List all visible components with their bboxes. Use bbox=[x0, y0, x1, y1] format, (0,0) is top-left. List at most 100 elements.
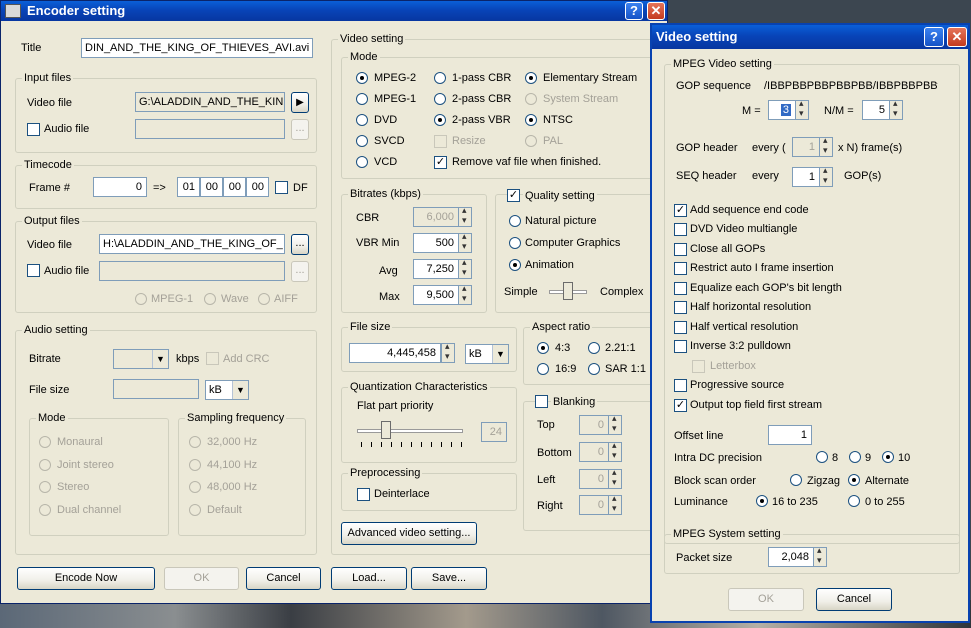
output-audio-checkbox[interactable] bbox=[27, 264, 40, 277]
help-button[interactable]: ? bbox=[625, 2, 643, 20]
output-audio-browse-button[interactable]: ... bbox=[291, 261, 309, 282]
opt-close-gops-checkbox[interactable] bbox=[674, 243, 687, 256]
cbr-input[interactable]: 6,000 bbox=[413, 207, 459, 227]
packet-size-input[interactable]: 2,048 bbox=[768, 547, 814, 567]
encode-now-button[interactable]: Encode Now bbox=[17, 567, 155, 590]
dialog-help-button[interactable]: ? bbox=[924, 27, 944, 47]
ntsc-radio[interactable] bbox=[525, 114, 537, 126]
opt-top-field-first-checkbox[interactable]: ✓ bbox=[674, 399, 687, 412]
opt-seq-end-checkbox[interactable]: ✓ bbox=[674, 204, 687, 217]
frame-input[interactable]: 0 bbox=[93, 177, 147, 197]
vbr-min-input[interactable]: 500 bbox=[413, 233, 459, 253]
pass-1cbr-radio[interactable] bbox=[434, 72, 446, 84]
quality-animation-radio[interactable] bbox=[509, 259, 521, 271]
mode-vcd-radio[interactable] bbox=[356, 156, 368, 168]
pass-2vbr-radio[interactable] bbox=[434, 114, 446, 126]
quality-checkbox[interactable]: ✓ bbox=[507, 189, 520, 202]
avg-spinner[interactable] bbox=[458, 257, 472, 279]
freq-32000-radio[interactable] bbox=[189, 436, 201, 448]
opt-multiangle-checkbox[interactable] bbox=[674, 223, 687, 236]
quality-slider-thumb[interactable] bbox=[563, 282, 573, 300]
advanced-video-setting-button[interactable]: Advanced video setting... bbox=[341, 522, 477, 545]
load-button[interactable]: Load... bbox=[331, 567, 407, 590]
format-aiff-radio[interactable] bbox=[258, 293, 270, 305]
mode-joint-stereo-radio[interactable] bbox=[39, 459, 51, 471]
m-spinner[interactable] bbox=[795, 98, 809, 120]
audio-unit-select[interactable]: kB ▼ bbox=[205, 380, 249, 400]
tc-hours[interactable]: 01 bbox=[177, 177, 200, 197]
file-size-input[interactable]: 4,445,458 bbox=[349, 343, 441, 363]
mode-mpeg1-radio[interactable] bbox=[356, 93, 368, 105]
input-audio-field[interactable] bbox=[135, 119, 285, 139]
stream-system-radio[interactable] bbox=[525, 93, 537, 105]
blank-bottom-spinner[interactable] bbox=[608, 440, 622, 462]
pass-2cbr-radio[interactable] bbox=[434, 93, 446, 105]
aspect-4-3-radio[interactable] bbox=[537, 342, 549, 354]
pal-radio[interactable] bbox=[525, 135, 537, 147]
format-mpeg1-radio[interactable] bbox=[135, 293, 147, 305]
packet-size-spinner[interactable] bbox=[813, 545, 827, 567]
audio-file-size-field[interactable] bbox=[113, 379, 199, 399]
offset-line-input[interactable]: 1 bbox=[768, 425, 812, 445]
gop-every-spinner[interactable] bbox=[819, 135, 833, 157]
tc-minutes[interactable]: 00 bbox=[200, 177, 223, 197]
scan-alternate-radio[interactable] bbox=[848, 474, 860, 486]
close-icon[interactable]: ✕ bbox=[647, 2, 665, 20]
cancel-button[interactable]: Cancel bbox=[246, 567, 321, 590]
save-button[interactable]: Save... bbox=[411, 567, 487, 590]
title-input[interactable]: DIN_AND_THE_KING_OF_THIEVES_AVI.avi bbox=[81, 38, 313, 58]
max-spinner[interactable] bbox=[458, 283, 472, 305]
df-checkbox[interactable] bbox=[275, 181, 288, 194]
file-size-spinner[interactable] bbox=[441, 341, 455, 363]
m-input[interactable]: 3 bbox=[768, 100, 796, 120]
intra-10-radio[interactable] bbox=[882, 451, 894, 463]
avg-input[interactable]: 7,250 bbox=[413, 259, 459, 279]
blank-right-spinner[interactable] bbox=[608, 493, 622, 515]
opt-half-vertical-checkbox[interactable] bbox=[674, 321, 687, 334]
intra-9-radio[interactable] bbox=[849, 451, 861, 463]
remove-vaf-checkbox[interactable]: ✓ bbox=[434, 156, 447, 169]
aspect-16-9-radio[interactable] bbox=[537, 363, 549, 375]
mode-monaural-radio[interactable] bbox=[39, 436, 51, 448]
freq-44100-radio[interactable] bbox=[189, 459, 201, 471]
mode-dvd-radio[interactable] bbox=[356, 114, 368, 126]
input-audio-browse-button[interactable]: ... bbox=[291, 119, 309, 140]
cbr-spinner[interactable] bbox=[458, 205, 472, 227]
add-crc-checkbox[interactable] bbox=[206, 352, 219, 365]
mode-mpeg2-radio[interactable] bbox=[356, 72, 368, 84]
opt-letterbox-checkbox[interactable] bbox=[692, 360, 705, 373]
freq-48000-radio[interactable] bbox=[189, 481, 201, 493]
encoder-titlebar[interactable]: Encoder setting ? ✕ bbox=[1, 1, 667, 21]
flat-slider-thumb[interactable] bbox=[381, 421, 391, 439]
tc-seconds[interactable]: 00 bbox=[223, 177, 246, 197]
output-video-browse-button[interactable]: ... bbox=[291, 234, 309, 255]
play-button[interactable]: ▶ bbox=[291, 92, 309, 113]
deinterlace-checkbox[interactable] bbox=[357, 488, 370, 501]
ok-button[interactable]: OK bbox=[164, 567, 239, 590]
dialog-close-icon[interactable]: ✕ bbox=[947, 27, 967, 47]
blanking-checkbox[interactable] bbox=[535, 395, 548, 408]
resize-checkbox[interactable] bbox=[434, 135, 447, 148]
format-wave-radio[interactable] bbox=[204, 293, 216, 305]
blank-top-spinner[interactable] bbox=[608, 413, 622, 435]
flat-slider-track[interactable] bbox=[357, 429, 463, 433]
dialog-cancel-button[interactable]: Cancel bbox=[816, 588, 892, 611]
gop-every-input[interactable]: 1 bbox=[792, 137, 820, 157]
nm-spinner[interactable] bbox=[889, 98, 903, 120]
seq-every-input[interactable]: 1 bbox=[792, 167, 820, 187]
input-video-field[interactable]: G:\ALADDIN_AND_THE_KIN bbox=[135, 92, 285, 112]
opt-restrict-i-checkbox[interactable] bbox=[674, 262, 687, 275]
seq-every-spinner[interactable] bbox=[819, 165, 833, 187]
aspect-221-radio[interactable] bbox=[588, 342, 600, 354]
tc-frames[interactable]: 00 bbox=[246, 177, 269, 197]
freq-default-radio[interactable] bbox=[189, 504, 201, 516]
quality-natural-radio[interactable] bbox=[509, 215, 521, 227]
video-dialog-titlebar[interactable]: Video setting ? ✕ bbox=[652, 25, 968, 49]
blank-right-input[interactable]: 0 bbox=[579, 495, 609, 515]
vbr-min-spinner[interactable] bbox=[458, 231, 472, 253]
lum-16-235-radio[interactable] bbox=[756, 495, 768, 507]
stream-elementary-radio[interactable] bbox=[525, 72, 537, 84]
dialog-ok-button[interactable]: OK bbox=[728, 588, 804, 611]
opt-progressive-checkbox[interactable] bbox=[674, 379, 687, 392]
opt-equalize-checkbox[interactable] bbox=[674, 282, 687, 295]
